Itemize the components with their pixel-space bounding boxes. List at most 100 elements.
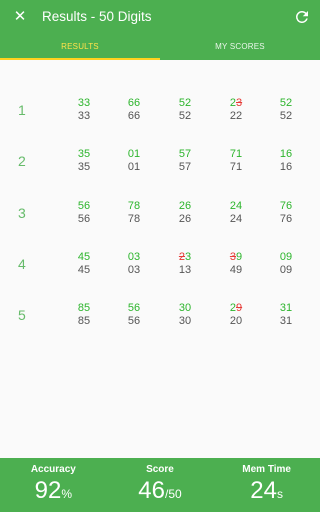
accuracy-unit: % (61, 487, 73, 501)
key-digits: 33 (77, 110, 91, 122)
key-digits: 24 (229, 213, 243, 225)
correct-digit: 5 (84, 251, 91, 263)
answer-digits: 31 (266, 302, 306, 315)
digit-pair-cell: 03 03 (114, 251, 154, 277)
answer-digits: 66 (114, 97, 154, 110)
mem-time-unit: s (276, 487, 283, 501)
correct-digit: 7 (185, 148, 192, 160)
correct-digit: 1 (134, 148, 141, 160)
digit-pair-cell: 57 57 (165, 148, 205, 174)
digit-pair-cell: 23 22 (216, 97, 256, 123)
tab-my-scores[interactable]: MY SCORES (160, 36, 320, 60)
digit-pair-cell: 45 45 (64, 251, 104, 277)
key-digits: 56 (127, 315, 141, 327)
row-index: 2 (18, 153, 26, 169)
key-digits: 52 (279, 110, 293, 122)
key-digits: 56 (77, 213, 91, 225)
correct-digit: 6 (185, 200, 192, 212)
digit-pair-cell: 31 31 (266, 302, 306, 328)
row-index: 5 (18, 307, 26, 323)
answer-digits: 24 (216, 200, 256, 213)
key-digits: 85 (77, 315, 91, 327)
answer-digits: 30 (165, 302, 205, 315)
mem-time-stat: Mem Time 24s (213, 458, 320, 512)
answer-digits: 76 (266, 200, 306, 213)
digit-pair-cell: 24 24 (216, 200, 256, 226)
digit-pair-cell: 76 76 (266, 200, 306, 226)
correct-digit: 3 (84, 97, 91, 109)
key-digits: 49 (229, 264, 243, 276)
answer-digits: 52 (165, 97, 205, 110)
answer-digits: 01 (114, 148, 154, 161)
correct-digit: 0 (185, 302, 192, 314)
answer-digits: 39 (216, 251, 256, 264)
key-digits: 78 (127, 213, 141, 225)
answer-digits: 23 (165, 251, 205, 264)
accuracy-stat: Accuracy 92% (0, 458, 107, 512)
key-digits: 13 (178, 264, 192, 276)
correct-digit: 6 (286, 148, 293, 160)
wrong-digit: 3 (236, 97, 243, 109)
score-stat: Score 46/50 (107, 458, 214, 512)
key-digits: 26 (178, 213, 192, 225)
digit-pair-cell: 16 16 (266, 148, 306, 174)
correct-digit: 4 (236, 200, 243, 212)
digit-pair-cell: 30 30 (165, 302, 205, 328)
answer-digits: 26 (165, 200, 205, 213)
score-label: Score (146, 464, 174, 475)
key-digits: 76 (279, 213, 293, 225)
correct-digit: 3 (134, 251, 141, 263)
answer-digits: 29 (216, 302, 256, 315)
mem-time-label: Mem Time (242, 464, 291, 475)
correct-digit: 2 (286, 97, 293, 109)
app-bar: ✕ Results - 50 Digits RESULTS MY SCORES (0, 0, 320, 60)
answer-digits: 56 (64, 200, 104, 213)
row-index: 1 (18, 102, 26, 118)
digit-pair-cell: 52 52 (266, 97, 306, 123)
digit-pair-cell: 29 20 (216, 302, 256, 328)
key-digits: 03 (127, 264, 141, 276)
digit-pair-cell: 78 78 (114, 200, 154, 226)
correct-digit: 6 (134, 97, 141, 109)
key-digits: 31 (279, 315, 293, 327)
key-digits: 09 (279, 264, 293, 276)
answer-digits: 78 (114, 200, 154, 213)
tab-results[interactable]: RESULTS (0, 36, 160, 60)
answer-digits: 56 (114, 302, 154, 315)
key-digits: 01 (127, 161, 141, 173)
mem-time-value: 24 (250, 477, 277, 504)
answer-digits: 71 (216, 148, 256, 161)
stats-footer: Accuracy 92% Score 46/50 Mem Time 24s (0, 458, 320, 512)
digit-pair-cell: 39 49 (216, 251, 256, 277)
digit-pair-cell: 01 01 (114, 148, 154, 174)
close-icon[interactable]: ✕ (11, 8, 29, 26)
digit-pair-cell: 85 85 (64, 302, 104, 328)
results-grid: 1 33 33 66 66 52 52 23 22 52 52 2 35 35 01 01 57 57 71 71 16… (0, 60, 320, 458)
key-digits: 71 (229, 161, 243, 173)
key-digits: 20 (229, 315, 243, 327)
digit-pair-cell: 23 13 (165, 251, 205, 277)
answer-digits: 35 (64, 148, 104, 161)
refresh-icon[interactable] (293, 8, 311, 26)
correct-digit: 9 (286, 251, 293, 263)
correct-digit: 1 (236, 148, 243, 160)
correct-digit: 5 (84, 148, 91, 160)
key-digits: 16 (279, 161, 293, 173)
key-digits: 30 (178, 315, 192, 327)
correct-digit: 6 (286, 200, 293, 212)
wrong-digit: 9 (236, 302, 243, 314)
answer-digits: 23 (216, 97, 256, 110)
answer-digits: 45 (64, 251, 104, 264)
score-unit: /50 (164, 487, 182, 501)
key-digits: 57 (178, 161, 192, 173)
key-digits: 66 (127, 110, 141, 122)
correct-digit: 2 (185, 97, 192, 109)
correct-digit: 3 (185, 251, 192, 263)
key-digits: 45 (77, 264, 91, 276)
digit-pair-cell: 56 56 (64, 200, 104, 226)
row-index: 3 (18, 205, 26, 221)
digit-pair-cell: 26 26 (165, 200, 205, 226)
score-value: 46 (138, 477, 165, 504)
correct-digit: 6 (84, 200, 91, 212)
answer-digits: 03 (114, 251, 154, 264)
